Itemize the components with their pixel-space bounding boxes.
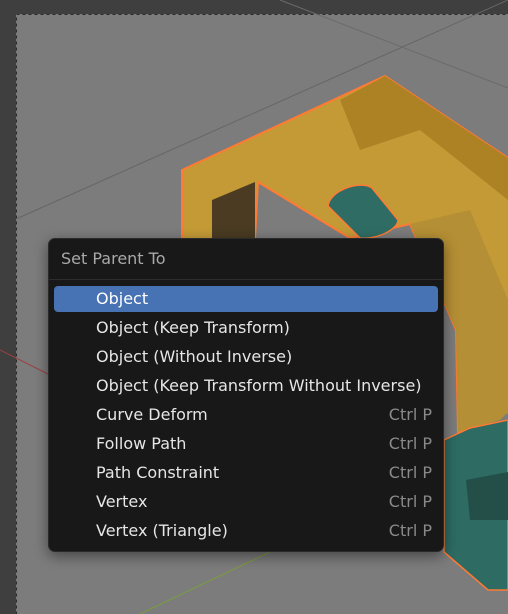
menu-item-object[interactable]: Object — [54, 286, 438, 312]
menu-item-object-keep-transform-without-inverse[interactable]: Object (Keep Transform Without Inverse) — [54, 373, 438, 399]
menu-item-label: Vertex (Triangle) — [96, 521, 228, 540]
menu-item-shortcut: Ctrl P — [388, 463, 432, 482]
menu-item-vertex[interactable]: Vertex Ctrl P — [54, 489, 438, 515]
menu-item-label: Object — [96, 289, 149, 308]
menu-item-curve-deform[interactable]: Curve Deform Ctrl P — [54, 402, 438, 428]
set-parent-menu: Set Parent To Object Object (Keep Transf… — [48, 238, 444, 552]
menu-item-shortcut: Ctrl P — [388, 521, 432, 540]
teal-object-shade — [466, 472, 508, 520]
menu-item-path-constraint[interactable]: Path Constraint Ctrl P — [54, 460, 438, 486]
menu-item-shortcut: Ctrl P — [388, 492, 432, 511]
menu-item-object-keep-transform[interactable]: Object (Keep Transform) — [54, 315, 438, 341]
menu-title: Set Parent To — [49, 239, 443, 280]
menu-item-follow-path[interactable]: Follow Path Ctrl P — [54, 431, 438, 457]
menu-item-vertex-triangle[interactable]: Vertex (Triangle) Ctrl P — [54, 518, 438, 544]
menu-item-label: Object (Keep Transform) — [96, 318, 290, 337]
menu-item-shortcut: Ctrl P — [388, 405, 432, 424]
menu-list: Object Object (Keep Transform) Object (W… — [49, 280, 443, 544]
menu-item-label: Object (Without Inverse) — [96, 347, 293, 366]
menu-item-object-without-inverse[interactable]: Object (Without Inverse) — [54, 344, 438, 370]
menu-item-label: Object (Keep Transform Without Inverse) — [96, 376, 422, 395]
menu-item-label: Follow Path — [96, 434, 187, 453]
3d-viewport[interactable]: Set Parent To Object Object (Keep Transf… — [0, 0, 508, 614]
menu-item-shortcut: Ctrl P — [388, 434, 432, 453]
menu-item-label: Vertex — [96, 492, 148, 511]
menu-item-label: Curve Deform — [96, 405, 208, 424]
menu-item-label: Path Constraint — [96, 463, 220, 482]
